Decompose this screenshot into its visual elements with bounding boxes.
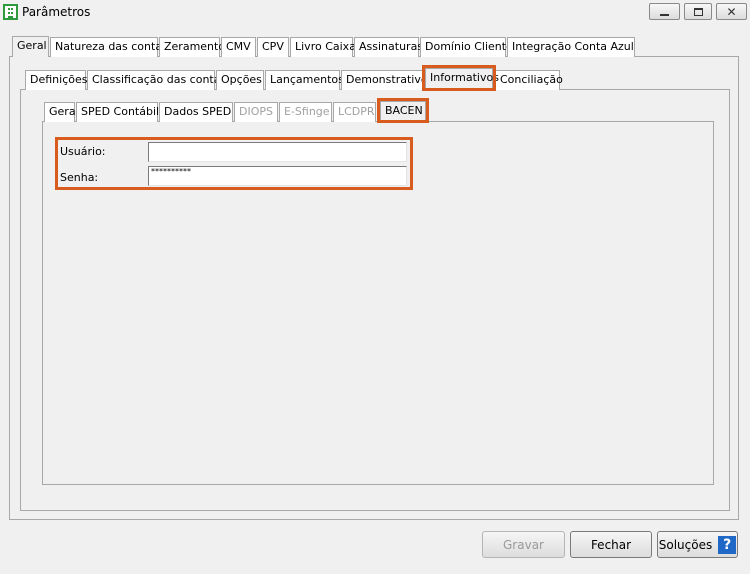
tab-e-sfinge[interactable]: E-Sfinge (279, 102, 332, 122)
solucoes-button[interactable]: Soluções ? (657, 531, 738, 558)
close-button[interactable]: ✕ (716, 3, 747, 20)
minimize-icon (660, 13, 669, 16)
tab-dados-sped[interactable]: Dados SPED (159, 102, 233, 122)
tab-conciliacao[interactable]: Conciliação (495, 70, 563, 90)
window-title: Parâmetros (22, 5, 91, 19)
tab-definicoes[interactable]: Definições (25, 70, 87, 90)
tab-natureza-das-contas[interactable]: Natureza das contas (50, 37, 168, 57)
tab-integracao-conta-azul[interactable]: Integração Conta Azul (507, 37, 635, 57)
usuario-input[interactable] (148, 142, 407, 162)
tab-informativos[interactable]: Informativos (425, 68, 499, 90)
tab-zeramento[interactable]: Zeramento (159, 37, 225, 57)
gravar-button[interactable]: Gravar (482, 531, 565, 558)
maximize-button[interactable] (684, 3, 712, 20)
tab-gera[interactable]: Gera (44, 102, 76, 122)
tab-diops[interactable]: DIOPS (234, 102, 278, 122)
tab-sped-contabil[interactable]: SPED Contábil (76, 102, 159, 122)
senha-label: Senha: (60, 171, 99, 184)
tab-livro-caixa[interactable]: Livro Caixa (290, 37, 356, 57)
close-icon: ✕ (726, 4, 737, 19)
fechar-button[interactable]: Fechar (570, 531, 652, 558)
tab-lcdpr[interactable]: LCDPR (333, 102, 376, 122)
senha-input[interactable]: ********** (148, 166, 407, 186)
title-bar: Parâmetros ✕ (0, 0, 750, 24)
minimize-button[interactable] (649, 3, 680, 20)
tab-geral[interactable]: Geral (12, 36, 49, 57)
tab-demonstrativos[interactable]: Demonstrativos (341, 70, 433, 90)
calculator-icon (3, 4, 18, 20)
tab-dominio-cliente[interactable]: Domínio Cliente (420, 37, 513, 57)
help-icon: ? (718, 535, 737, 554)
tab-bacen[interactable]: BACEN (380, 101, 426, 122)
tab-classificacao-das-contas[interactable]: Classificação das contas (87, 70, 226, 90)
solucoes-label: Soluções (658, 537, 713, 552)
tab-cmv[interactable]: CMV (221, 37, 256, 57)
tab-opcoes[interactable]: Opções (216, 70, 264, 90)
tab-lancamentos[interactable]: Lançamentos (265, 70, 344, 90)
maximize-icon (693, 7, 703, 16)
tab-cpv[interactable]: CPV (257, 37, 289, 57)
tab-assinaturas[interactable]: Assinaturas (354, 37, 423, 57)
usuario-label: Usuário: (60, 145, 106, 158)
